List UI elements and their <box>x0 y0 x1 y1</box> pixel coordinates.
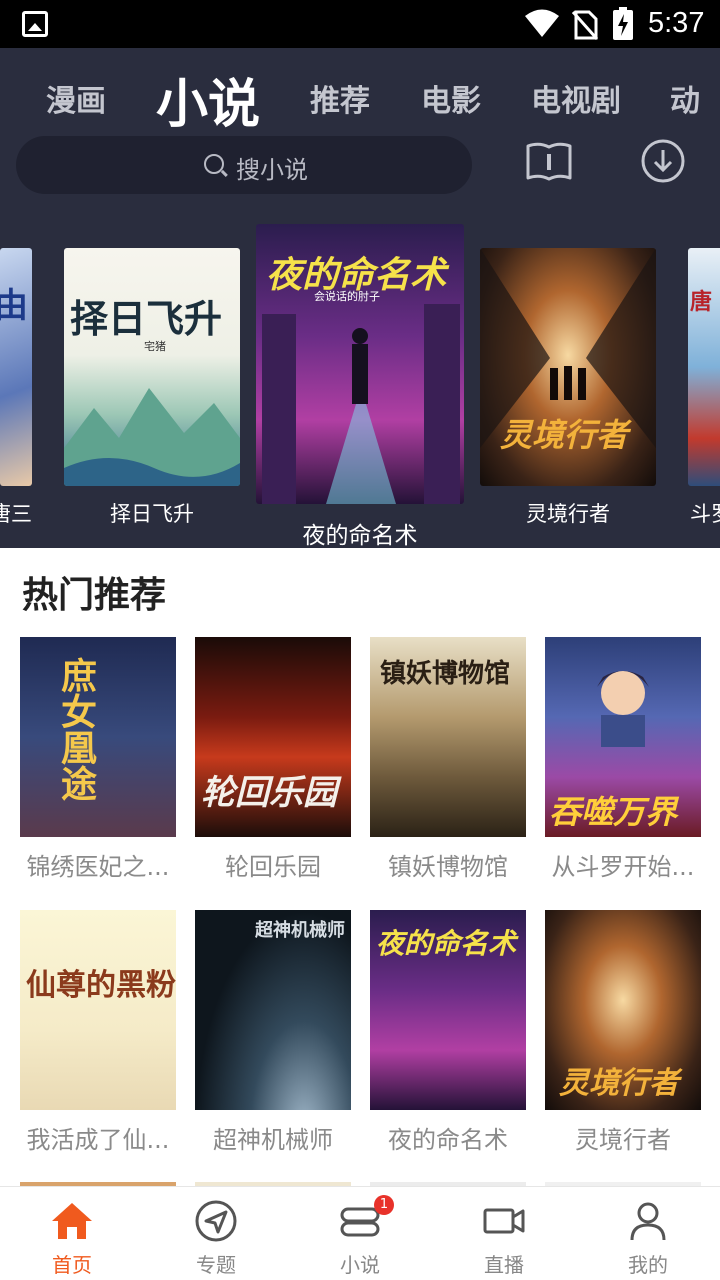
book-title: 超神机械师 <box>213 1126 333 1154</box>
cover-title: 夜的命名术 <box>376 927 517 960</box>
carousel-label: 择日飞升 <box>110 502 194 526</box>
carousel-label: 灵境行者 <box>526 502 610 526</box>
nav-home[interactable]: 首页 <box>0 1187 144 1280</box>
clock: 5:37 <box>648 7 705 39</box>
category-tabs: 漫画 小说 推荐 电影 电视剧 动 <box>0 62 720 135</box>
book-cover: 仙尊的黑粉 <box>20 910 176 1110</box>
carousel-cover: 夜的命名术 会说话的肘子 <box>256 224 464 504</box>
nav-label: 首页 <box>52 1253 92 1277</box>
carousel-item[interactable]: 唐 斗罗 <box>688 248 720 538</box>
section-title-hot: 热门推荐 <box>22 575 167 616</box>
nav-label: 我的 <box>628 1253 668 1277</box>
book-title: 锦绣医妃之... <box>26 853 170 881</box>
header: 漫画 小说 推荐 电影 电视剧 动 搜小说 由 唐三 择日飞升 宅猪 择日飞升 … <box>0 48 720 550</box>
download-icon[interactable] <box>640 138 686 184</box>
battery-charging-icon <box>613 7 633 40</box>
home-icon <box>52 1203 92 1239</box>
tab-tv-series[interactable]: 电视剧 <box>531 76 621 120</box>
cover-title: 超神机械师 <box>255 920 345 941</box>
cover-title: 轮回乐园 <box>201 773 337 813</box>
cover-title: 仙尊的黑粉 <box>26 968 176 1003</box>
notification-badge: 1 <box>374 1195 394 1215</box>
carousel-item-featured[interactable]: 夜的命名术 会说话的肘子 夜的命名术 <box>256 224 464 550</box>
carousel-cover: 灵境行者 <box>480 248 656 486</box>
carousel-cover: 由 <box>0 248 32 486</box>
carousel-label: 夜的命名术 <box>302 523 418 549</box>
carousel-item[interactable]: 择日飞升 宅猪 择日飞升 <box>64 248 240 538</box>
book-cover: 超神机械师 <box>195 910 351 1110</box>
tab-manhua[interactable]: 漫画 <box>46 76 106 120</box>
video-camera-icon <box>483 1208 525 1234</box>
cover-title: 择日飞升 <box>70 296 223 341</box>
bottom-nav: 首页 专题 1 小说 直播 我的 <box>0 1186 720 1280</box>
book-cover: 灵境行者 <box>545 910 701 1110</box>
cover-title: 吞噬万界 <box>549 793 678 831</box>
nav-label: 小说 <box>340 1253 380 1277</box>
nav-topics[interactable]: 专题 <box>144 1187 288 1280</box>
book-cover: 庶女凰途 <box>20 637 176 837</box>
cover-title: 灵境行者 <box>500 416 629 454</box>
search-input[interactable]: 搜小说 <box>16 136 472 194</box>
cover-title: 庶女凰途 <box>55 657 97 801</box>
book-title: 镇妖博物馆 <box>388 853 508 881</box>
book-cover: 轮回乐园 <box>195 637 351 837</box>
book-title: 轮回乐园 <box>225 853 321 881</box>
carousel-cover: 唐 <box>688 248 720 486</box>
cover-title: 由 <box>0 286 28 326</box>
mountain-art <box>64 388 240 486</box>
cover-title: 唐 <box>690 289 713 315</box>
tab-anime[interactable]: 动 <box>670 76 700 120</box>
cover-title: 灵境行者 <box>559 1066 679 1101</box>
character-art <box>597 671 649 747</box>
cover-title: 镇妖博物馆 <box>380 659 511 689</box>
nav-label: 直播 <box>484 1253 524 1277</box>
status-bar: 5:37 <box>0 0 720 48</box>
book-cover: 吞噬万界 <box>545 637 701 837</box>
book-title: 灵境行者 <box>575 1126 671 1154</box>
book-cover: 夜的命名术 <box>370 910 526 1110</box>
book-title: 我活成了仙... <box>26 1126 170 1154</box>
book-cover: 镇妖博物馆 <box>370 637 526 837</box>
nav-live[interactable]: 直播 <box>432 1187 576 1280</box>
tab-recommend[interactable]: 推荐 <box>310 76 370 120</box>
no-sim-icon <box>572 10 598 40</box>
carousel-item[interactable]: 灵境行者 灵境行者 <box>480 248 656 538</box>
carousel-cover: 择日飞升 宅猪 <box>64 248 240 486</box>
tab-movie[interactable]: 电影 <box>421 76 481 120</box>
profile-icon <box>630 1202 666 1241</box>
cover-author: 会说话的肘子 <box>314 290 380 303</box>
book-title: 夜的命名术 <box>388 1126 508 1154</box>
carousel-label: 唐三 <box>0 502 32 526</box>
gallery-icon <box>22 11 48 37</box>
app-root: 5:37 漫画 小说 推荐 电影 电视剧 动 搜小说 由 唐三 择日飞升 宅猪 … <box>0 0 720 1280</box>
nav-label: 专题 <box>196 1253 236 1277</box>
nav-profile[interactable]: 我的 <box>576 1187 720 1280</box>
carousel-item[interactable]: 由 唐三 <box>0 248 40 538</box>
book-icon[interactable] <box>525 140 573 184</box>
tab-novel[interactable]: 小说 <box>156 62 260 137</box>
carousel-label: 斗罗 <box>690 502 720 526</box>
search-icon <box>204 154 224 174</box>
nav-novel[interactable]: 1 小说 <box>288 1187 432 1280</box>
cover-author: 宅猪 <box>144 340 166 353</box>
book-title: 从斗罗开始... <box>551 853 695 881</box>
compass-icon <box>195 1200 237 1242</box>
wifi-icon <box>525 9 559 37</box>
search-placeholder: 搜小说 <box>236 156 308 184</box>
